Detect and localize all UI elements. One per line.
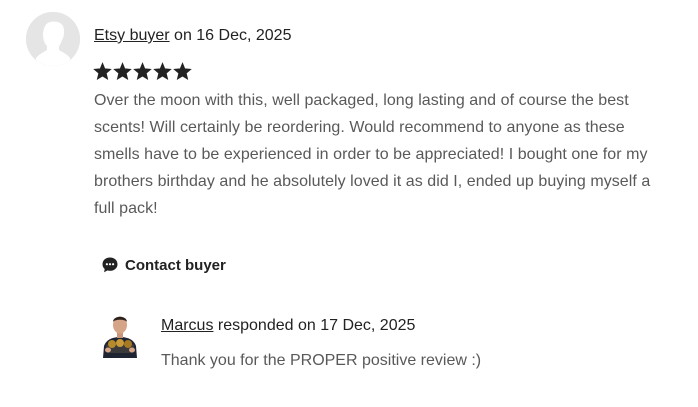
contact-buyer-label: Contact buyer (125, 256, 226, 274)
star-icon (133, 62, 152, 81)
star-icon (173, 62, 192, 81)
seller-name-link[interactable]: Marcus (161, 317, 213, 334)
seller-avatar (100, 306, 140, 358)
star-icon (113, 62, 132, 81)
buyer-avatar (26, 12, 80, 66)
response-date: 17 Dec, 2025 (320, 317, 416, 334)
review-card: Etsy buyer on 16 Dec, 2025 Over the moon… (0, 0, 698, 407)
response-date-prefix: responded on (213, 317, 321, 334)
review-date-prefix: on (169, 27, 197, 44)
response-text: Thank you for the PROPER positive review… (161, 352, 482, 369)
default-person-icon (26, 12, 80, 66)
reviewer-name-link[interactable]: Etsy buyer (94, 27, 170, 44)
review-text: Over the moon with this, well packaged, … (94, 92, 651, 217)
contact-buyer-button[interactable]: Contact buyer (101, 256, 226, 274)
seller-photo (100, 306, 140, 358)
star-icon (153, 62, 172, 81)
star-icon (93, 62, 112, 81)
review-date: 16 Dec, 2025 (196, 27, 292, 44)
review-meta: Etsy buyer on 16 Dec, 2025 (94, 26, 291, 46)
chat-bubble-icon (102, 257, 118, 273)
star-rating (93, 62, 192, 81)
response-meta: Marcus responded on 17 Dec, 2025 (161, 316, 415, 336)
